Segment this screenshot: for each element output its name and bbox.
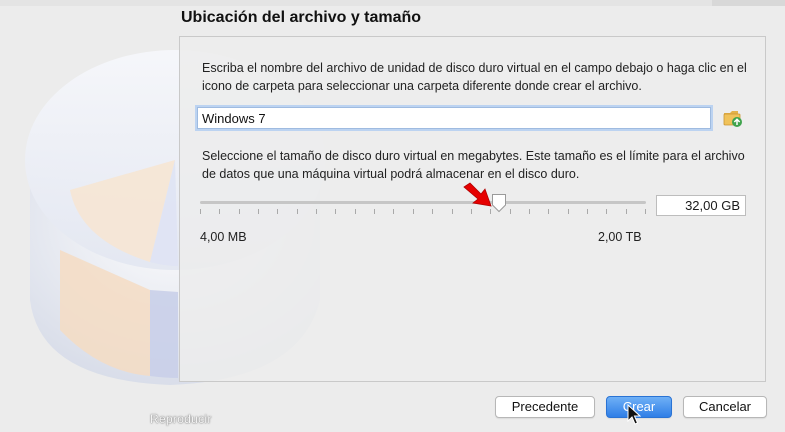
slider-tick: [568, 209, 569, 214]
slider-tick: [548, 209, 549, 214]
folder-icon: [723, 111, 742, 127]
location-description: Escriba el nombre del archivo de unidad …: [202, 61, 747, 93]
slider-tick: [645, 209, 646, 214]
slider-tick: [297, 209, 298, 214]
slider-tick: [277, 209, 278, 214]
slider-tick: [606, 209, 607, 214]
slider-tick: [316, 209, 317, 214]
choose-folder-button[interactable]: [722, 108, 744, 128]
slider-tick: [374, 209, 375, 214]
slider-tick: [413, 209, 414, 214]
slider-tick: [393, 209, 394, 214]
slider-tick: [471, 209, 472, 214]
file-name-input[interactable]: [197, 107, 711, 129]
red-arrow-icon: [463, 182, 492, 207]
slider-track: [200, 201, 646, 204]
slider-tick: [239, 209, 240, 214]
slider-tick: [355, 209, 356, 214]
slider-tick: [432, 209, 433, 214]
slider-tick: [452, 209, 453, 214]
size-max-label: 2,00 TB: [598, 230, 642, 244]
previous-button[interactable]: Precedente: [495, 396, 595, 418]
slider-tick: [510, 209, 511, 214]
size-description: Seleccione el tamaño de disco duro virtu…: [202, 149, 745, 181]
section-title: Ubicación del archivo y tamaño: [181, 9, 422, 26]
slider-tick: [626, 209, 627, 214]
slider-tick: [529, 209, 530, 214]
disk-size-field[interactable]: 32,00 GB: [656, 195, 746, 216]
slider-tick: [258, 209, 259, 214]
slider-tick: [587, 209, 588, 214]
replay-watermark: Reproducir: [150, 412, 212, 426]
slider-tick: [335, 209, 336, 214]
size-min-label: 4,00 MB: [200, 230, 247, 244]
slider-tick: [219, 209, 220, 214]
cancel-button[interactable]: Cancelar: [683, 396, 767, 418]
disk-size-slider[interactable]: [200, 193, 646, 219]
mouse-pointer-icon: [627, 404, 641, 425]
slider-tick: [200, 209, 201, 214]
